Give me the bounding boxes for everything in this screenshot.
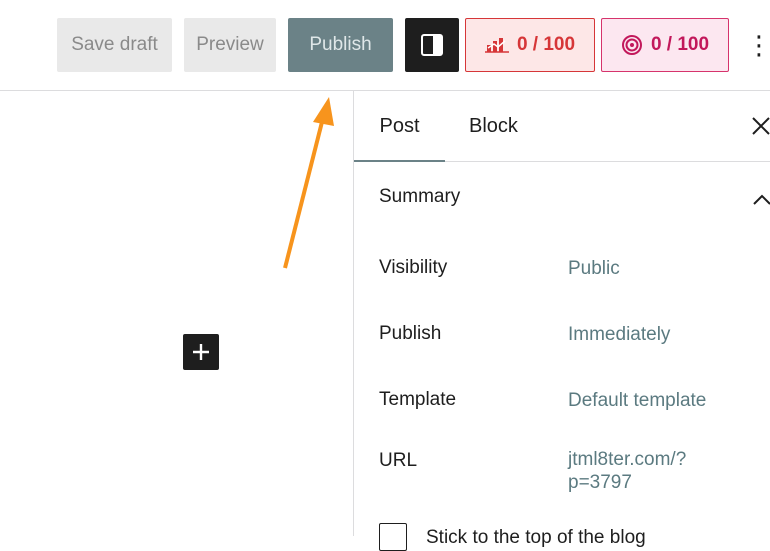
chevron-up-icon [753,194,770,205]
save-draft-button[interactable]: Save draft [57,18,172,72]
publish-button[interactable]: Publish [288,18,393,72]
settings-button[interactable] [405,18,459,72]
plus-icon [193,344,209,360]
sidebar-tabs: Post Block [354,91,770,162]
url-value[interactable]: jtml8ter.com/?p=3797 [568,448,718,494]
settings-sidebar: Post Block Summary Visibility Public Pub… [353,91,770,551]
add-block-button[interactable] [183,334,219,370]
tab-post[interactable]: Post [354,91,445,162]
readability-score-button[interactable]: 0 / 100 [601,18,729,72]
publish-label: Publish [379,323,442,344]
summary-panel-header[interactable]: Summary [354,162,770,232]
readability-score-value: 0 / 100 [650,34,710,55]
seo-score-button[interactable]: 0 / 100 [465,18,595,72]
preview-button[interactable]: Preview [184,18,276,72]
publish-value[interactable]: Immediately [568,323,670,346]
sticky-label: Stick to the top of the blog [426,527,646,548]
url-label: URL [379,450,418,471]
editor-toolbar: Save draft Preview Publish 0 / 100 0 / 1… [0,0,770,91]
template-label: Template [379,389,457,410]
summary-title: Summary [379,186,461,207]
sidebar-toggle-icon [421,34,443,56]
tab-block[interactable]: Block [469,91,518,161]
visibility-label: Visibility [379,257,448,278]
editor-canvas[interactable] [0,91,353,536]
seo-chart-icon [484,38,509,53]
sticky-checkbox[interactable] [379,523,407,551]
seo-score-value: 0 / 100 [516,34,576,55]
close-icon[interactable] [750,115,770,137]
visibility-value[interactable]: Public [568,257,620,280]
template-value[interactable]: Default template [568,389,706,412]
readability-icon [621,35,642,55]
options-menu-button[interactable]: ⋮ [746,18,770,72]
